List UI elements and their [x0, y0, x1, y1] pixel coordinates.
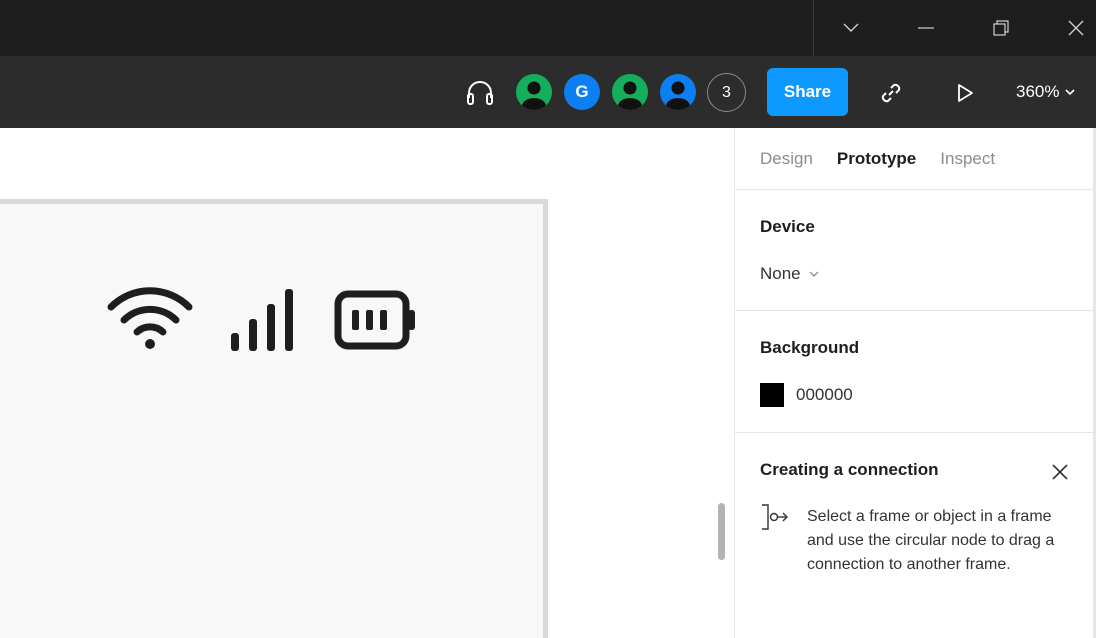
toolbar: G 3 Share 360%: [0, 56, 1096, 128]
panel-tabs: Design Prototype Inspect: [735, 128, 1096, 190]
tab-inspect[interactable]: Inspect: [940, 149, 995, 169]
chevron-down-icon: [809, 271, 819, 277]
avatar-initial: G: [575, 82, 589, 101]
headphones-icon[interactable]: [462, 76, 498, 108]
tab-prototype[interactable]: Prototype: [837, 149, 916, 169]
avatar[interactable]: [516, 74, 552, 110]
connection-hint-section: Creating a connection Select a frame or …: [735, 433, 1096, 637]
chevron-down-icon[interactable]: [826, 0, 876, 56]
connection-title: Creating a connection: [760, 460, 939, 479]
play-icon[interactable]: [950, 78, 980, 108]
canvas[interactable]: [0, 128, 734, 638]
canvas-scrollbar[interactable]: [718, 503, 725, 560]
device-value: None: [760, 264, 801, 283]
properties-panel: Design Prototype Inspect Device None Bac…: [734, 128, 1096, 638]
tab-design[interactable]: Design: [760, 149, 813, 169]
device-title: Device: [760, 217, 815, 236]
background-hex-value[interactable]: 000000: [796, 385, 853, 405]
avatar[interactable]: G: [564, 74, 600, 110]
zoom-dropdown[interactable]: 360%: [1016, 80, 1076, 104]
close-icon[interactable]: [1051, 0, 1096, 56]
share-button[interactable]: Share: [767, 68, 848, 116]
avatar[interactable]: [660, 74, 696, 110]
title-bar: [0, 0, 1096, 56]
wifi-icon: [107, 287, 193, 354]
link-icon[interactable]: [876, 78, 906, 108]
close-icon[interactable]: [1045, 457, 1075, 487]
avatar[interactable]: [612, 74, 648, 110]
prototype-frame[interactable]: [0, 199, 548, 638]
device-section: Device None: [735, 190, 1096, 311]
title-bar-divider: [813, 0, 814, 56]
battery-icon: [334, 290, 418, 355]
background-section: Background 000000: [735, 311, 1096, 433]
color-swatch[interactable]: [760, 383, 784, 407]
extra-users-count[interactable]: 3: [707, 73, 746, 112]
signal-icon: [229, 287, 297, 358]
chevron-down-icon: [1065, 89, 1076, 95]
zoom-level: 360%: [1016, 82, 1060, 101]
device-dropdown[interactable]: None: [760, 264, 819, 284]
restore-icon[interactable]: [976, 0, 1026, 56]
minimize-icon[interactable]: [901, 0, 951, 56]
connection-node-icon: [760, 503, 790, 536]
background-fill-row: 000000: [760, 383, 853, 407]
background-title: Background: [760, 338, 860, 357]
connection-description: Select a frame or object in a frame and …: [807, 508, 1055, 573]
